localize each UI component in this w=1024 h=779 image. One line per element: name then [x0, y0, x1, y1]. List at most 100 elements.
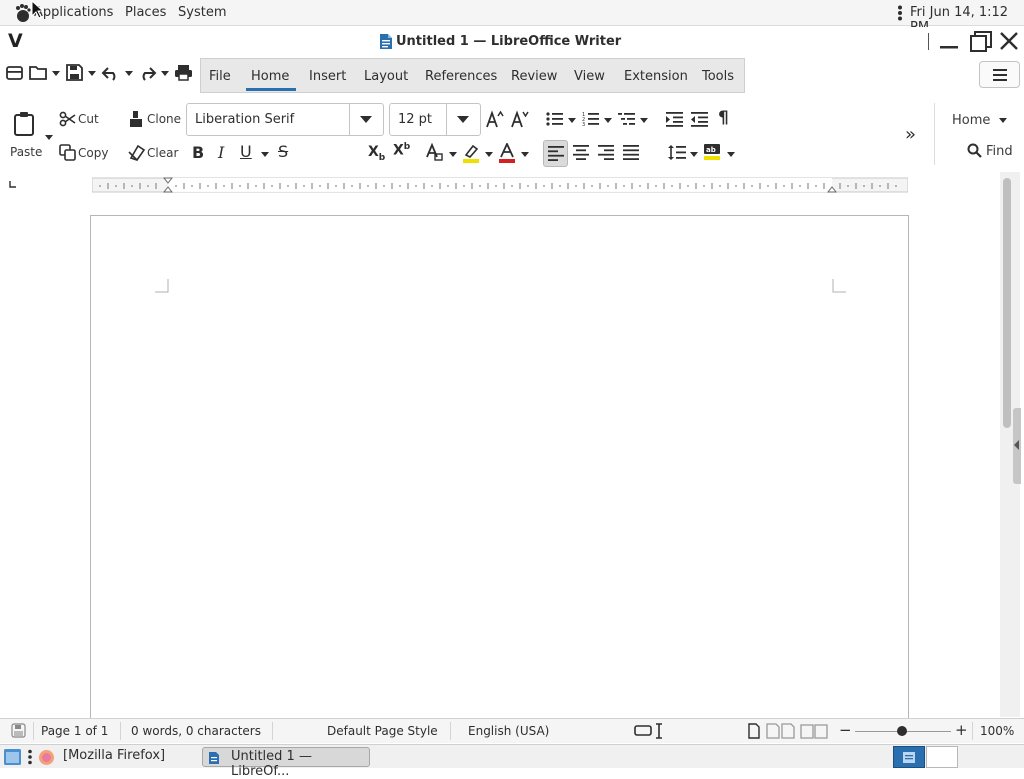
- language[interactable]: English (USA): [468, 724, 549, 738]
- word-count[interactable]: 0 words, 0 characters: [131, 724, 261, 738]
- line-spacing-dropdown-arrow[interactable]: [690, 152, 698, 157]
- undo-icon[interactable]: [101, 65, 121, 81]
- sidebar-collapse-handle[interactable]: [1013, 408, 1021, 484]
- print-icon[interactable]: [174, 64, 193, 81]
- workspace-switcher[interactable]: [893, 746, 925, 768]
- clear-label[interactable]: Clear: [147, 146, 178, 160]
- gnome-foot-icon[interactable]: [12, 3, 32, 23]
- multi-page-view-icon[interactable]: [766, 723, 796, 739]
- search-icon[interactable]: [967, 143, 982, 158]
- tab-references[interactable]: References: [425, 69, 497, 84]
- horizontal-ruler[interactable]: [92, 177, 908, 194]
- insert-mode-icon[interactable]: [634, 723, 666, 739]
- save-dropdown-arrow[interactable]: [88, 71, 96, 76]
- paste-dropdown-arrow[interactable]: [45, 135, 53, 140]
- clone-formatting-icon[interactable]: [128, 110, 144, 128]
- show-desktop-icon[interactable]: [3, 748, 22, 766]
- character-spacing-icon[interactable]: [425, 143, 443, 163]
- firefox-icon[interactable]: [38, 749, 55, 766]
- new-document-icon[interactable]: [6, 65, 24, 81]
- zoom-in-button[interactable]: +: [955, 721, 968, 739]
- places-menu[interactable]: Places: [125, 5, 166, 20]
- copy-label[interactable]: Copy: [78, 146, 108, 160]
- numbered-list-dropdown-arrow[interactable]: [604, 118, 612, 123]
- align-left-button[interactable]: [543, 140, 568, 167]
- font-name-value[interactable]: Liberation Serif: [195, 112, 294, 127]
- strikethrough-icon[interactable]: S: [278, 144, 288, 160]
- home-deck-selector[interactable]: Home: [952, 113, 990, 128]
- font-color-dropdown-arrow[interactable]: [521, 152, 529, 157]
- redo-icon[interactable]: [137, 65, 157, 81]
- paste-icon[interactable]: [13, 111, 37, 137]
- taskbar-handle-icon[interactable]: [27, 749, 33, 765]
- formatting-marks-icon[interactable]: ¶: [718, 110, 729, 127]
- shrink-font-icon[interactable]: [511, 110, 529, 128]
- superscript-icon[interactable]: Xb: [393, 143, 410, 158]
- tab-layout[interactable]: Layout: [364, 69, 408, 84]
- font-size-value[interactable]: 12 pt: [398, 112, 432, 127]
- taskbar-item-writer[interactable]: Untitled 1 — LibreOf...: [202, 747, 370, 779]
- highlight-color-icon[interactable]: [462, 143, 480, 163]
- increase-indent-icon[interactable]: [666, 111, 683, 127]
- page-count[interactable]: Page 1 of 1: [41, 724, 108, 738]
- decrease-indent-icon[interactable]: [691, 111, 708, 127]
- more-options-button[interactable]: »: [905, 126, 916, 144]
- tab-extension[interactable]: Extension: [624, 69, 688, 84]
- tab-stop-selector-icon[interactable]: [8, 180, 18, 190]
- font-color-icon[interactable]: [498, 143, 516, 163]
- tab-review[interactable]: Review: [511, 69, 557, 84]
- clone-label[interactable]: Clone: [147, 112, 181, 126]
- minimize-icon[interactable]: [939, 33, 959, 51]
- justify-icon[interactable]: [623, 145, 639, 160]
- cut-label[interactable]: Cut: [78, 112, 99, 126]
- cut-icon[interactable]: [59, 111, 76, 127]
- clear-formatting-icon[interactable]: [128, 144, 146, 161]
- document-page[interactable]: [90, 215, 909, 725]
- align-right-icon[interactable]: [598, 145, 614, 160]
- panel-menu-dots-icon[interactable]: [897, 5, 903, 21]
- system-menu[interactable]: System: [178, 5, 226, 20]
- outline-list-icon[interactable]: [618, 111, 636, 127]
- taskbar-item-firefox[interactable]: [Mozilla Firefox]: [57, 747, 171, 767]
- font-name-dropdown-button[interactable]: [349, 104, 383, 135]
- close-icon[interactable]: [999, 31, 1019, 51]
- zoom-out-button[interactable]: −: [839, 721, 852, 739]
- single-page-view-icon[interactable]: [747, 723, 761, 739]
- numbered-list-icon[interactable]: 123: [582, 111, 600, 127]
- page-style[interactable]: Default Page Style: [327, 724, 438, 738]
- tab-insert[interactable]: Insert: [309, 69, 346, 84]
- paragraph-background-icon[interactable]: ab: [703, 143, 723, 161]
- book-view-icon[interactable]: [800, 723, 828, 739]
- underline-dropdown-arrow[interactable]: [261, 152, 269, 157]
- align-center-icon[interactable]: [573, 145, 589, 160]
- font-size-dropdown-button[interactable]: [446, 104, 480, 135]
- tab-file[interactable]: File: [209, 69, 231, 84]
- hamburger-menu-button[interactable]: [979, 61, 1020, 88]
- zoom-level[interactable]: 100%: [980, 724, 1014, 738]
- open-folder-icon[interactable]: [29, 64, 49, 81]
- tab-tools[interactable]: Tools: [702, 69, 734, 84]
- bullet-list-dropdown-arrow[interactable]: [568, 118, 576, 123]
- highlight-dropdown-arrow[interactable]: [485, 152, 493, 157]
- save-icon[interactable]: [66, 64, 83, 81]
- outline-list-dropdown-arrow[interactable]: [640, 118, 648, 123]
- underline-icon[interactable]: U: [240, 144, 252, 160]
- copy-icon[interactable]: [59, 144, 76, 161]
- grow-font-icon[interactable]: [486, 110, 504, 128]
- bold-icon[interactable]: B: [192, 145, 204, 161]
- scrollbar-thumb[interactable]: [1003, 178, 1011, 428]
- bullet-list-icon[interactable]: [546, 111, 564, 127]
- maximize-icon[interactable]: [969, 31, 993, 53]
- paste-label[interactable]: Paste: [10, 145, 42, 159]
- window-titlebar[interactable]: V Untitled 1 — LibreOffice Writer: [0, 27, 1024, 57]
- tab-view[interactable]: View: [574, 69, 605, 84]
- redo-dropdown-arrow[interactable]: [161, 71, 169, 76]
- workspace-2[interactable]: [926, 746, 958, 768]
- italic-icon[interactable]: I: [218, 145, 224, 161]
- home-deck-dropdown-arrow[interactable]: [999, 118, 1007, 123]
- undo-dropdown-arrow[interactable]: [125, 71, 133, 76]
- line-spacing-icon[interactable]: [668, 145, 686, 160]
- app-logo[interactable]: V: [8, 30, 23, 52]
- zoom-slider-thumb[interactable]: [897, 726, 907, 736]
- font-size-combo[interactable]: 12 pt: [389, 103, 481, 136]
